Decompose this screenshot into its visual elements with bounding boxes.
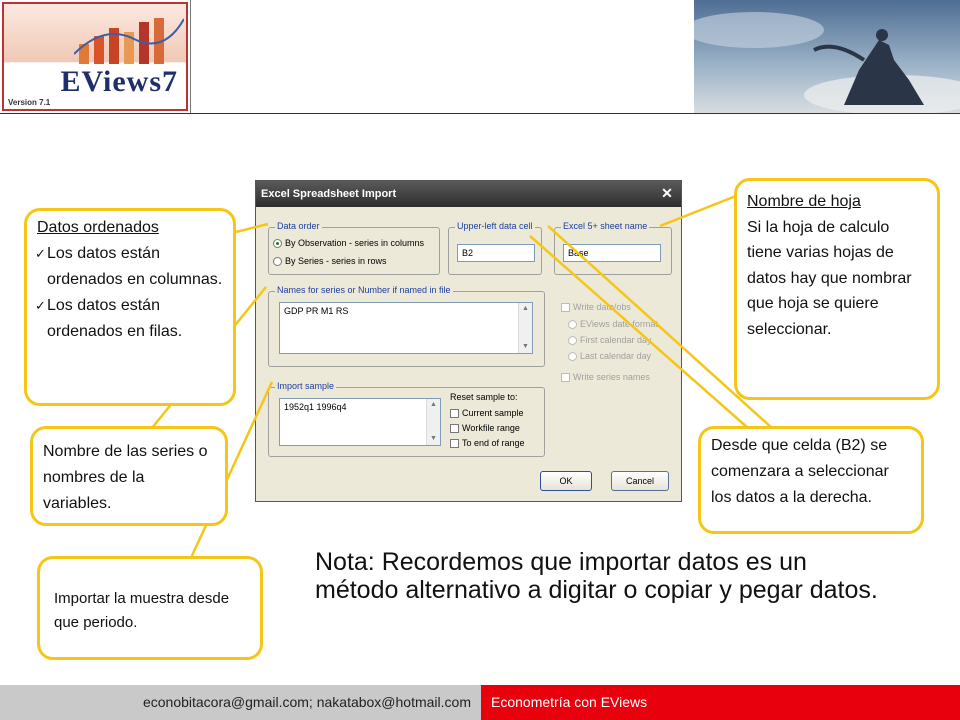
callout-nombre-series: Nombre de las series o nombres de la var… xyxy=(30,426,228,526)
callout-hoja-text: Si la hoja de calculo tiene varias hojas… xyxy=(747,218,912,338)
callout-nombre-hoja: Nombre de hoja Si la hoja de calculo tie… xyxy=(734,178,940,400)
footer-emails: econobitacora@gmail.com; nakatabox@hotma… xyxy=(0,685,481,720)
connector-upper-left-2 xyxy=(529,235,749,429)
connector-data-order xyxy=(235,222,269,234)
connector-sheet-name xyxy=(659,194,737,228)
callout-hoja-title: Nombre de hoja xyxy=(747,193,861,210)
callout-datos-list: Los datos están ordenados en columnas. L… xyxy=(35,241,223,345)
callout-datos-item: Los datos están ordenados en filas. xyxy=(35,293,223,345)
footer-course: Econometría con EViews xyxy=(481,685,960,720)
callout-datos-title: Datos ordenados xyxy=(37,215,223,241)
callout-importar-muestra: Importar la muestra desde que periodo. xyxy=(37,556,263,660)
callout-datos-item: Los datos están ordenados en columnas. xyxy=(35,241,223,293)
callout-datos-ordenados: Datos ordenados Los datos están ordenado… xyxy=(24,208,236,406)
note-text: Nota: Recordemos que importar datos es u… xyxy=(315,548,878,604)
callout-desde-celda: Desde que celda (B2) se comenzara a sele… xyxy=(698,426,924,534)
callout-datos-title-text: Datos ordenados xyxy=(37,219,159,236)
